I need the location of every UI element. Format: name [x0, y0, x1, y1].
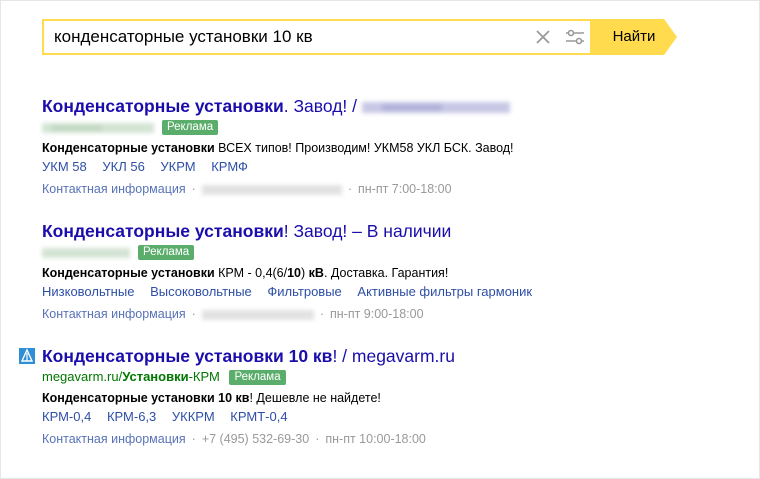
- contact-row: Контактная информация · · пн-пт 7:00-18:00: [42, 182, 452, 196]
- contact-info-link[interactable]: Контактная информация: [42, 432, 186, 446]
- result-description: Конденсаторные установки ВСЕХ типов! Про…: [42, 141, 514, 155]
- search-box[interactable]: [42, 19, 592, 55]
- result-title[interactable]: Конденсаторные установки! Завод! – В нал…: [42, 221, 451, 241]
- blurred-phone: [201, 309, 314, 320]
- result-title[interactable]: Конденсаторные установки 10 кв! / megava…: [42, 346, 455, 366]
- filter-settings-icon[interactable]: [564, 27, 586, 47]
- result-url[interactable]: megavarm.ru/Установки-КРМ: [42, 369, 220, 384]
- sitelink[interactable]: Активные фильтры гармоник: [357, 284, 532, 299]
- result-description: Конденсаторные установки КРМ - 0,4(6/10)…: [42, 266, 449, 280]
- search-input[interactable]: [54, 26, 514, 48]
- contact-row: Контактная информация · +7 (495) 532-69-30…: [42, 432, 426, 446]
- url-row: megavarm.ru/Установки-КРМ Реклама: [42, 369, 732, 388]
- ad-badge: Реклама: [229, 370, 286, 386]
- clear-icon[interactable]: [534, 28, 552, 46]
- sitelink[interactable]: КРМТ-0,4: [230, 409, 287, 424]
- result-title[interactable]: Конденсаторные установки. Завод! /: [42, 96, 510, 116]
- sitelink[interactable]: КРМ-0,4: [42, 409, 91, 424]
- sitelink[interactable]: УККРМ: [172, 409, 215, 424]
- search-button[interactable]: Найти: [592, 19, 664, 55]
- phone-number: +7 (495) 532-69-30: [201, 432, 310, 446]
- sitelink[interactable]: КРМ-6,3: [107, 409, 156, 424]
- blurred-domain: [42, 122, 154, 133]
- site-favicon: [19, 348, 35, 364]
- working-hours: пн-пт 9:00-18:00: [329, 307, 424, 321]
- search-button-arrow: [664, 19, 677, 55]
- blurred-phone: [201, 184, 342, 195]
- sitelink[interactable]: Низковольтные: [42, 284, 134, 299]
- sitelink[interactable]: УКЛ 56: [102, 159, 144, 174]
- contact-info-link[interactable]: Контактная информация: [42, 182, 186, 196]
- sitelink[interactable]: Фильтровые: [267, 284, 341, 299]
- sitelink[interactable]: КРМФ: [211, 159, 248, 174]
- ad-result-2: Конденсаторные установки! Завод! – В нал…: [42, 220, 732, 322]
- url-row: Реклама: [42, 119, 732, 138]
- working-hours: пн-пт 7:00-18:00: [357, 182, 452, 196]
- blurred-url: [361, 102, 510, 114]
- ad-result-3: Конденсаторные установки 10 кв! / megava…: [19, 345, 732, 447]
- ad-badge: Реклама: [162, 120, 219, 136]
- blurred-domain: [42, 247, 130, 258]
- sitelinks: УКМ 58 УКЛ 56 УКРМ КРМФ: [42, 159, 732, 175]
- contact-info-link[interactable]: Контактная информация: [42, 307, 186, 321]
- sitelinks: Низковольтные Высоковольтные Фильтровые …: [42, 284, 732, 300]
- ad-badge: Реклама: [138, 245, 195, 261]
- sitelink[interactable]: УКРМ: [160, 159, 195, 174]
- contact-row: Контактная информация · · пн-пт 9:00-18:00: [42, 307, 424, 321]
- sitelink[interactable]: Высоковольтные: [150, 284, 252, 299]
- ad-result-1: Конденсаторные установки. Завод! / Рекла…: [42, 95, 732, 197]
- url-row: Реклама: [42, 244, 732, 263]
- sitelink[interactable]: УКМ 58: [42, 159, 87, 174]
- sitelinks: КРМ-0,4 КРМ-6,3 УККРМ КРМТ-0,4: [42, 409, 732, 425]
- working-hours: пн-пт 10:00-18:00: [325, 432, 426, 446]
- result-description: Конденсаторные установки 10 кв! Дешевле …: [42, 391, 381, 405]
